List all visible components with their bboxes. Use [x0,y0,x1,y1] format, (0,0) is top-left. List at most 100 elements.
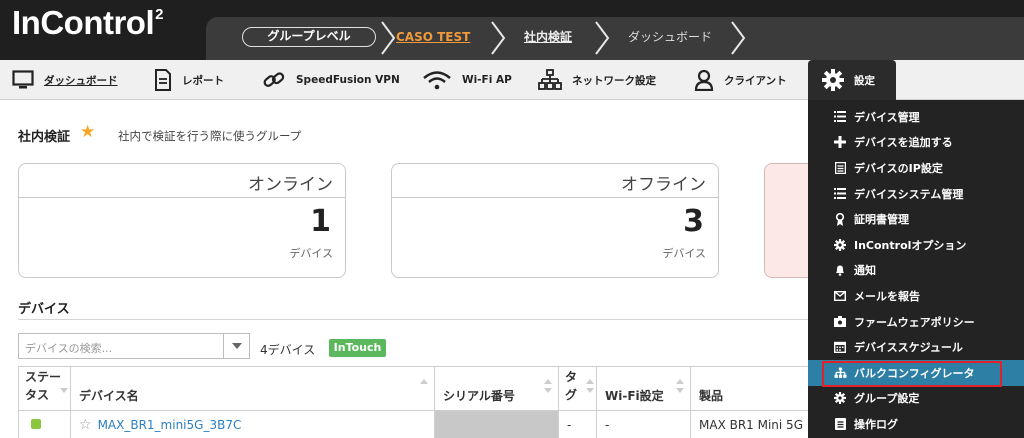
breadcrumb-level-pill[interactable]: グループレベル [242,27,376,47]
star-icon[interactable]: ★ [80,122,95,142]
breadcrumb: グループレベル CASO TEST 社内検証 ダッシュボード [206,17,1024,60]
search-placeholder: デバイスの検索... [25,342,113,355]
device-table: ステータス デバイス名 シリアル番号 タグ Wi-Fi設定 製品 ☆ MAX_BR… [18,366,809,438]
favorite-star-icon[interactable]: ☆ [79,417,92,433]
menu-item-firmware-policy[interactable]: ファームウェアポリシー [808,309,1024,335]
plus-icon [832,136,848,149]
menu-item-label: 証明書管理 [854,213,909,227]
menu-item-device-management[interactable]: デバイス管理 [808,104,1024,130]
menu-item-certificates[interactable]: 証明書管理 [808,206,1024,232]
gear-icon [832,238,848,251]
report-icon [154,69,172,91]
menu-item-device-ip[interactable]: デバイスのIP設定 [808,155,1024,181]
sort-icon [420,379,428,384]
menu-item-label: メールを報告 [854,289,920,303]
status-online-indicator [31,418,41,429]
alert-card[interactable] [764,163,808,278]
product-cell: MAX BR1 Mini 5G [690,410,809,438]
col-product-header[interactable]: 製品 [690,366,809,411]
device-count: 4デバイス [260,343,316,357]
settings-dropdown-menu: デバイス管理 デバイスを追加する デバイスのIP設定 デバイスシステム管理 証明… [808,100,1024,438]
intouch-badge[interactable]: InTouch [329,339,386,357]
menu-item-device-schedule[interactable]: デバイススケジュール [808,334,1024,360]
device-name-link[interactable]: MAX_BR1_mini5G_3B7C [98,418,242,432]
online-card-title: オンライン [19,164,345,198]
table-header-row: ステータス デバイス名 シリアル番号 タグ Wi-Fi設定 製品 [18,366,809,411]
menu-item-group-settings[interactable]: グループ設定 [808,386,1024,412]
nav-network-settings[interactable]: ネットワーク設定 [538,60,656,100]
menu-item-bulk-configurator[interactable]: バルクコンフィグレータ [808,359,1024,387]
offline-card-title: オフライン [392,164,718,198]
menu-item-label: デバイスシステム管理 [854,187,964,201]
link-chain-icon [262,69,286,91]
col-name-label: デバイス名 [79,389,139,403]
menu-item-label: デバイス管理 [854,110,920,124]
col-product-label: 製品 [699,389,724,403]
wifi-icon [422,70,452,90]
online-count: 1 [310,204,331,239]
nav-reports-label: レポート [182,74,224,87]
network-tree-icon [832,367,848,379]
nav-clients-label: クライアント [724,74,787,87]
breadcrumb-org-link[interactable]: CASO TEST [396,29,470,45]
chevron-down-icon[interactable] [223,334,249,358]
nav-wifi-label: Wi-Fi AP [462,74,512,86]
col-serial-header[interactable]: シリアル番号 [434,366,559,411]
col-serial-label: シリアル番号 [443,389,515,403]
incontrol-logo[interactable]: InControl2 [12,4,163,42]
online-card[interactable]: オンライン 1 デバイス [18,163,346,278]
chevron-right-icon [595,21,610,55]
menu-item-label: デバイススケジュール [854,341,963,355]
logo-text: InControl [12,4,155,41]
device-search-input[interactable]: デバイスの検索... [18,333,250,359]
chevron-right-icon [491,21,506,55]
menu-item-add-device[interactable]: デバイスを追加する [808,130,1024,156]
nav-dashboard-label: ダッシュボード [44,74,118,87]
mail-icon [832,290,848,301]
col-name-header[interactable]: デバイス名 [70,366,435,411]
offline-card[interactable]: オフライン 3 デバイス [391,163,719,278]
log-icon [832,417,848,430]
gear-icon [822,69,844,91]
chevron-right-icon [381,21,396,55]
menu-item-device-system[interactable]: デバイスシステム管理 [808,181,1024,207]
menu-item-label: バルクコンフィグレータ [854,366,975,380]
menu-item-incontrol-options[interactable]: InControlオプション [808,232,1024,258]
menu-item-label: 操作ログ [854,417,898,431]
top-header: InControl2 グループレベル CASO TEST 社内検証 ダッシュボー… [0,0,1024,60]
nav-network-label: ネットワーク設定 [572,74,656,87]
list-icon [832,188,848,200]
col-tag-header[interactable]: タグ [558,366,597,411]
certificate-icon [832,212,848,226]
col-status-header[interactable]: ステータス [18,366,71,411]
menu-item-email-report[interactable]: メールを報告 [808,283,1024,309]
chevron-right-icon [731,21,746,55]
offline-count: 3 [683,204,704,239]
list-icon [832,111,848,123]
nav-dashboard[interactable]: ダッシュボード [12,60,118,100]
devices-section-title: デバイス [18,302,70,317]
offline-unit: デバイス [662,247,706,260]
col-wifi-header[interactable]: Wi-Fi設定 [596,366,691,411]
nav-speedfusion[interactable]: SpeedFusion VPN [262,60,400,100]
nav-settings[interactable]: 設定 [808,60,896,100]
nav-reports[interactable]: レポート [154,60,224,100]
tag-cell: - [558,410,597,438]
menu-item-operation-log[interactable]: 操作ログ [808,411,1024,437]
bell-icon [832,264,848,277]
menu-item-label: デバイスのIP設定 [854,161,943,175]
col-status-label: ステータス [25,370,62,402]
col-wifi-label: Wi-Fi設定 [605,389,664,403]
gear-icon [832,392,848,405]
menu-item-label: 通知 [854,264,876,278]
menu-item-label: ファームウェアポリシー [854,315,975,329]
menu-item-notifications[interactable]: 通知 [808,258,1024,284]
group-title: 社内検証 [18,130,71,145]
breadcrumb-group-link[interactable]: 社内検証 [524,29,572,45]
nav-wifi[interactable]: Wi-Fi AP [422,60,512,100]
firmware-icon [832,316,848,328]
main-nav: ダッシュボード レポート SpeedFusion VPN Wi-Fi AP ネッ… [0,60,1024,100]
sort-icon [60,388,68,393]
table-row[interactable]: ☆ MAX_BR1_mini5G_3B7C - - MAX BR1 Mini 5G [18,410,809,438]
nav-clients[interactable]: クライアント [694,60,787,100]
